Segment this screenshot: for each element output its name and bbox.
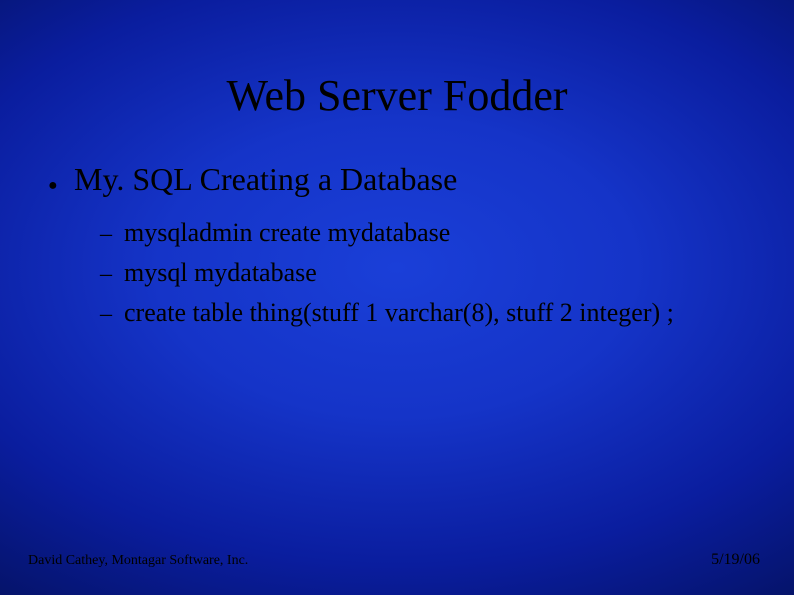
bullet-level2: – create table thing(stuff 1 varchar(8),… <box>100 297 754 329</box>
dash-icon: – <box>100 219 124 249</box>
bullet-icon: ● <box>48 169 74 203</box>
bullet-level1: ● My. SQL Creating a Database <box>48 160 754 203</box>
subitem-text: mysql mydatabase <box>124 257 317 289</box>
dash-icon: – <box>100 259 124 289</box>
bullet-level2: – mysqladmin create mydatabase <box>100 217 754 249</box>
subitem-text: create table thing(stuff 1 varchar(8), s… <box>124 297 674 329</box>
bullet-level2: – mysql mydatabase <box>100 257 754 289</box>
subitem-text: mysqladmin create mydatabase <box>124 217 450 249</box>
footer-author: David Cathey, Montagar Software, Inc. <box>28 553 248 569</box>
footer-date: 5/19/06 <box>711 551 760 569</box>
heading-text: My. SQL Creating a Database <box>74 160 457 198</box>
dash-icon: – <box>100 299 124 329</box>
slide-title: Web Server Fodder <box>0 70 794 121</box>
slide-content: ● My. SQL Creating a Database – mysqladm… <box>48 160 754 329</box>
slide: Web Server Fodder ● My. SQL Creating a D… <box>0 0 794 595</box>
